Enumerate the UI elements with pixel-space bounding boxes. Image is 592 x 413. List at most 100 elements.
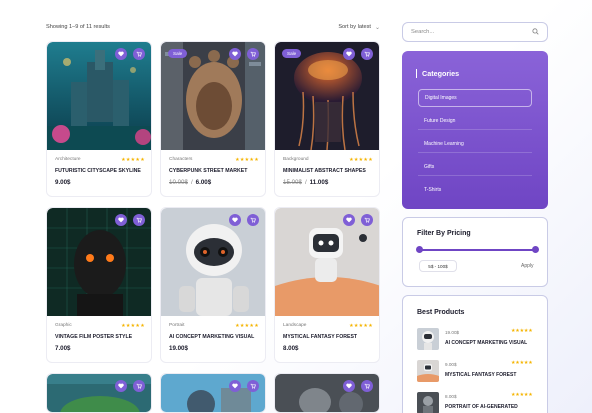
cart-icon[interactable] xyxy=(247,48,259,60)
product-category: Architecture xyxy=(55,157,81,162)
product-price: 10.00$/6.00$ xyxy=(169,179,212,186)
price-slider-min-handle[interactable] xyxy=(416,246,423,253)
product-price: 8.00$ xyxy=(283,345,298,352)
rating-stars: ★★★★★ xyxy=(511,329,533,334)
search-icon[interactable] xyxy=(532,27,539,37)
categories-title: Categories xyxy=(416,69,459,78)
sort-select[interactable]: Sort by latest ⌄ xyxy=(338,24,380,31)
wishlist-heart-icon[interactable] xyxy=(343,48,355,60)
rating-stars: ★★★★★ xyxy=(349,323,373,329)
price-current: 19.00$ xyxy=(169,345,188,352)
categories-panel: Categories Digital Images Future Design … xyxy=(402,51,548,209)
best-product-thumb[interactable] xyxy=(417,360,439,382)
product-category: Graphic xyxy=(55,323,72,328)
chevron-down-icon: ⌄ xyxy=(374,24,380,31)
product-card[interactable] xyxy=(160,373,266,413)
best-product-thumb[interactable] xyxy=(417,328,439,350)
cart-icon[interactable] xyxy=(133,380,145,392)
price-slider-track[interactable] xyxy=(419,249,535,251)
product-price: 9.00$ xyxy=(55,179,70,186)
apply-filter-button[interactable]: Apply xyxy=(521,263,534,269)
product-meta: Graphic ★★★★★ xyxy=(55,323,145,329)
category-item-digital-images[interactable]: Digital Images xyxy=(418,89,532,107)
product-category: Portrait xyxy=(169,323,185,328)
rating-stars: ★★★★★ xyxy=(121,323,145,329)
product-price: 7.00$ xyxy=(55,345,70,352)
product-card[interactable]: Portrait ★★★★★ AI CONCEPT MARKETING VISU… xyxy=(160,207,266,363)
best-product-title[interactable]: AI CONCEPT MARKETING VISUAL xyxy=(445,340,527,346)
product-card[interactable] xyxy=(274,373,380,413)
rating-stars: ★★★★★ xyxy=(349,157,373,163)
sale-badge: Sale xyxy=(282,49,302,58)
price-range-value: 5$ - 100$ xyxy=(419,260,457,272)
product-card[interactable]: Architecture ★★★★★ FUTURISTIC CITYSCAPE … xyxy=(46,41,152,197)
price-current: 9.00$ xyxy=(55,179,71,186)
search-input[interactable]: Search... xyxy=(402,22,548,42)
price-old: 15.00$ xyxy=(283,179,302,186)
wishlist-heart-icon[interactable] xyxy=(115,380,127,392)
wishlist-heart-icon[interactable] xyxy=(343,380,355,392)
wishlist-heart-icon[interactable] xyxy=(229,214,241,226)
price-slider-max-handle[interactable] xyxy=(532,246,539,253)
product-title[interactable]: AI CONCEPT MARKETING VISUAL xyxy=(169,334,263,340)
cart-icon[interactable] xyxy=(361,48,373,60)
sale-badge: Sale xyxy=(168,49,188,58)
wishlist-heart-icon[interactable] xyxy=(343,214,355,226)
wishlist-heart-icon[interactable] xyxy=(115,214,127,226)
product-title[interactable]: CYBERPUNK STREET MARKET xyxy=(169,168,263,174)
wishlist-heart-icon[interactable] xyxy=(229,380,241,392)
best-product-price: 8.00$ xyxy=(445,394,457,399)
best-product-title[interactable]: MYSTICAL FANTASY FOREST xyxy=(445,372,516,378)
cart-icon[interactable] xyxy=(247,214,259,226)
best-product-price: 19.00$ xyxy=(445,330,460,335)
best-product-thumb[interactable] xyxy=(417,392,439,413)
best-products-title: Best Products xyxy=(417,309,465,316)
product-meta: Characters ★★★★★ xyxy=(169,157,259,163)
product-meta: Background ★★★★★ xyxy=(283,157,373,163)
category-item-machine-learning[interactable]: Machine Learning xyxy=(418,135,532,153)
price-filter-panel: Filter By Pricing 5$ - 100$ Apply xyxy=(402,217,548,287)
cart-icon[interactable] xyxy=(361,380,373,392)
category-item-gifts[interactable]: Gifts xyxy=(418,158,532,176)
product-category: Characters xyxy=(169,157,193,162)
product-meta: Architecture ★★★★★ xyxy=(55,157,145,163)
product-card[interactable]: Sale Characters ★★★★★ CYBERPUNK STREET M… xyxy=(160,41,266,197)
category-item-t-shirts[interactable]: T-Shirts xyxy=(418,181,532,199)
price-old: 10.00$ xyxy=(169,179,188,186)
price-current: 11.00$ xyxy=(309,179,329,186)
product-card[interactable] xyxy=(46,373,152,413)
product-card[interactable]: Sale Background ★★★★★ MINIMALIST ABSTRAC… xyxy=(274,41,380,197)
product-category: Landscape xyxy=(283,323,307,328)
best-products-panel: Best Products 19.00$ ★★★★★ AI CONCEPT MA… xyxy=(402,295,548,413)
cart-icon[interactable] xyxy=(247,380,259,392)
results-toolbar: Showing 1–9 of 11 results Sort by latest… xyxy=(46,20,380,34)
filter-title: Filter By Pricing xyxy=(417,230,471,237)
sort-label: Sort by latest xyxy=(338,24,371,30)
wishlist-heart-icon[interactable] xyxy=(115,48,127,60)
rating-stars: ★★★★★ xyxy=(511,393,533,398)
cart-icon[interactable] xyxy=(133,48,145,60)
product-title[interactable]: VINTAGE FILM POSTER STYLE xyxy=(55,334,149,340)
price-current: 8.00$ xyxy=(283,345,299,352)
best-product-item[interactable]: 8.00$ ★★★★★ PORTRAIT OF AI-GENERATED xyxy=(417,392,537,413)
rating-stars: ★★★★★ xyxy=(235,323,259,329)
cart-icon[interactable] xyxy=(133,214,145,226)
cart-icon[interactable] xyxy=(361,214,373,226)
wishlist-heart-icon[interactable] xyxy=(229,48,241,60)
category-item-future-design[interactable]: Future Design xyxy=(418,112,532,130)
best-product-price: 9.00$ xyxy=(445,362,457,367)
product-card[interactable]: Landscape ★★★★★ MYSTICAL FANTASY FOREST … xyxy=(274,207,380,363)
price-current: 6.00$ xyxy=(195,179,212,186)
product-price: 15.00$/11.00$ xyxy=(283,179,329,186)
product-meta: Landscape ★★★★★ xyxy=(283,323,373,329)
best-product-title[interactable]: PORTRAIT OF AI-GENERATED xyxy=(445,404,518,410)
product-title[interactable]: MINIMALIST ABSTRACT SHAPES xyxy=(283,168,377,174)
best-product-item[interactable]: 9.00$ ★★★★★ MYSTICAL FANTASY FOREST xyxy=(417,360,537,386)
product-category: Background xyxy=(283,157,309,162)
rating-stars: ★★★★★ xyxy=(121,157,145,163)
product-title[interactable]: FUTURISTIC CITYSCAPE SKYLINE xyxy=(55,168,149,174)
product-title[interactable]: MYSTICAL FANTASY FOREST xyxy=(283,334,377,340)
product-card[interactable]: Graphic ★★★★★ VINTAGE FILM POSTER STYLE … xyxy=(46,207,152,363)
rating-stars: ★★★★★ xyxy=(235,157,259,163)
best-product-item[interactable]: 19.00$ ★★★★★ AI CONCEPT MARKETING VISUAL xyxy=(417,328,537,354)
